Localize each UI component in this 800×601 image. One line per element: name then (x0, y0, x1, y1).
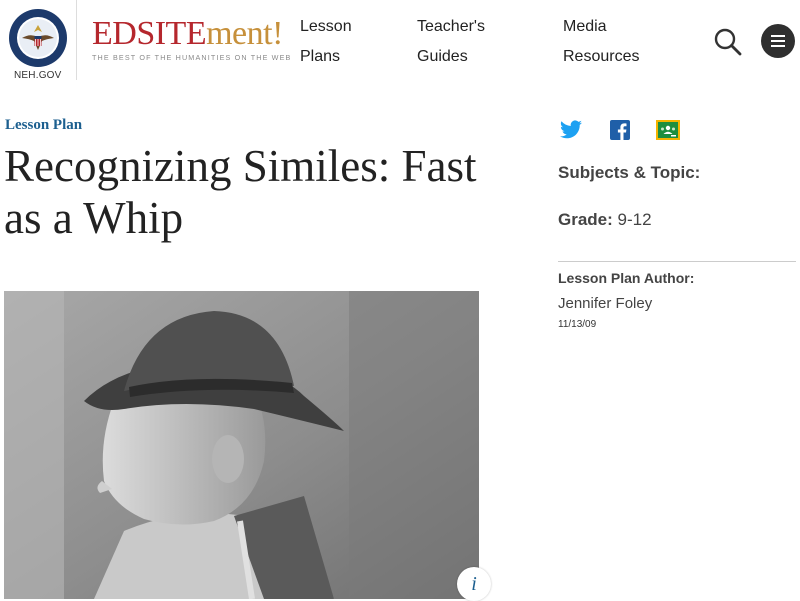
logo-tagline: THE BEST OF THE HUMANITIES ON THE WEB (92, 53, 292, 62)
nav-media-resources[interactable]: Media Resources (563, 12, 673, 72)
page-title: Recognizing Similes: Fast as a Whip (4, 141, 477, 243)
author-label: Lesson Plan Author: (558, 270, 695, 286)
neh-seal-logo[interactable] (8, 8, 68, 68)
nav-label-line1: Lesson (300, 18, 352, 35)
publish-date: 11/13/09 (558, 319, 597, 330)
info-icon[interactable]: i (457, 567, 491, 601)
header-divider (76, 0, 77, 80)
nav-label-line2: Plans (300, 48, 341, 65)
hamburger-menu-icon[interactable] (761, 24, 795, 58)
nav-label-line1: Media (563, 18, 607, 35)
logo-primary: EDSITE (92, 15, 207, 52)
author-name: Jennifer Foley (558, 295, 653, 312)
nav-lesson-plans[interactable]: Lesson Plans (300, 12, 410, 72)
facebook-icon[interactable] (608, 118, 634, 142)
search-icon[interactable] (713, 27, 743, 57)
grade-label: Grade: (558, 210, 613, 229)
lesson-hero-photo (4, 291, 479, 599)
content-type-label: Lesson Plan (5, 117, 83, 133)
subjects-topic-label: Subjects & Topic: (558, 163, 701, 182)
twitter-icon[interactable] (558, 118, 584, 142)
nav-label-line2: Resources (563, 48, 640, 65)
nav-label-line2: Guides (417, 48, 468, 65)
nav-label-line1: Teacher's (417, 18, 485, 35)
nav-teachers-guides[interactable]: Teacher's Guides (417, 12, 527, 72)
google-classroom-icon[interactable] (655, 118, 681, 142)
logo-secondary: ment! (206, 15, 283, 52)
sidebar-divider (558, 261, 796, 262)
neh-gov-label[interactable]: NEH.GOV (14, 70, 62, 81)
grade-value: 9-12 (617, 210, 652, 229)
grade-field: Grade: 9-12 (558, 210, 652, 230)
edsitement-logo[interactable]: EDSITEment! (92, 16, 283, 52)
